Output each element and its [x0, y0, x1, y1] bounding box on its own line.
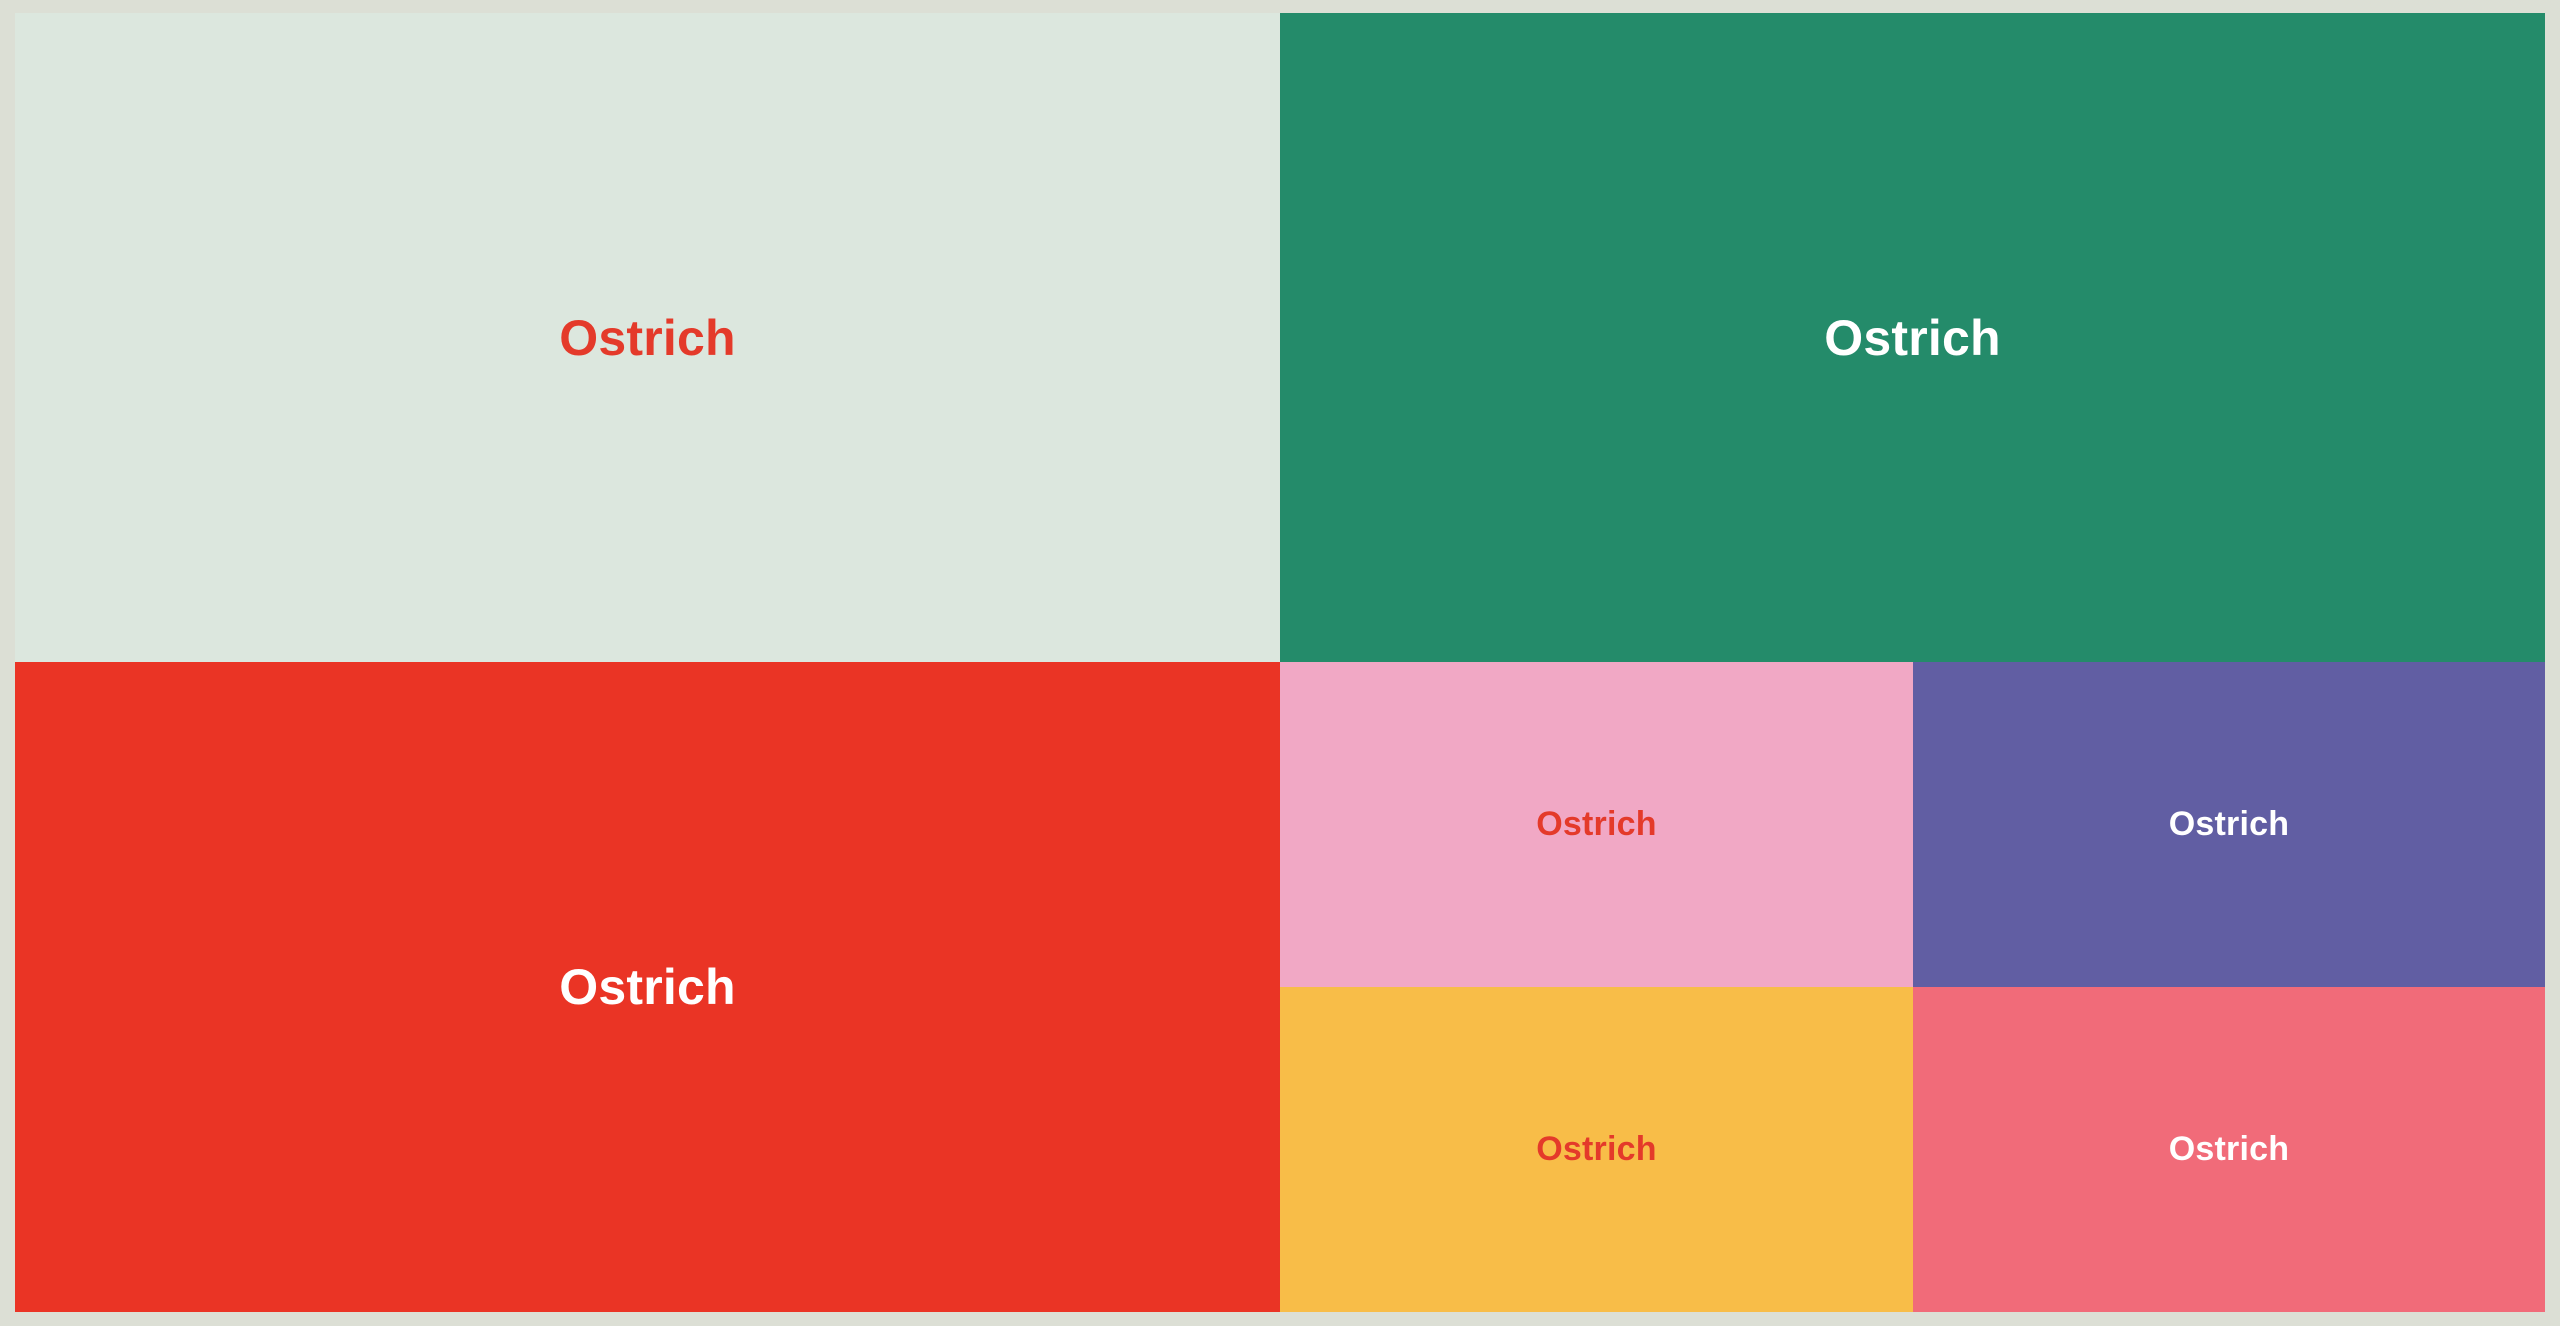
tile-label: Ostrich: [1536, 1130, 1657, 1168]
tile-label: Ostrich: [2168, 805, 2290, 843]
treemap-tile[interactable]: Ostrich: [1280, 987, 1913, 1312]
treemap-tile[interactable]: Ostrich: [15, 662, 1280, 1312]
treemap-tile[interactable]: Ostrich: [15, 13, 1280, 662]
tile-label: Ostrich: [1536, 805, 1657, 843]
treemap-tile[interactable]: Ostrich: [1913, 662, 2545, 987]
tile-label: Ostrich: [559, 959, 736, 1015]
tile-label: Ostrich: [559, 309, 736, 366]
treemap-tile[interactable]: Ostrich: [1913, 987, 2545, 1312]
treemap-tile[interactable]: Ostrich: [1280, 662, 1913, 987]
tile-label: Ostrich: [2168, 1130, 2290, 1168]
treemap-tile[interactable]: Ostrich: [1280, 13, 2545, 662]
tile-label: Ostrich: [1824, 309, 2001, 366]
